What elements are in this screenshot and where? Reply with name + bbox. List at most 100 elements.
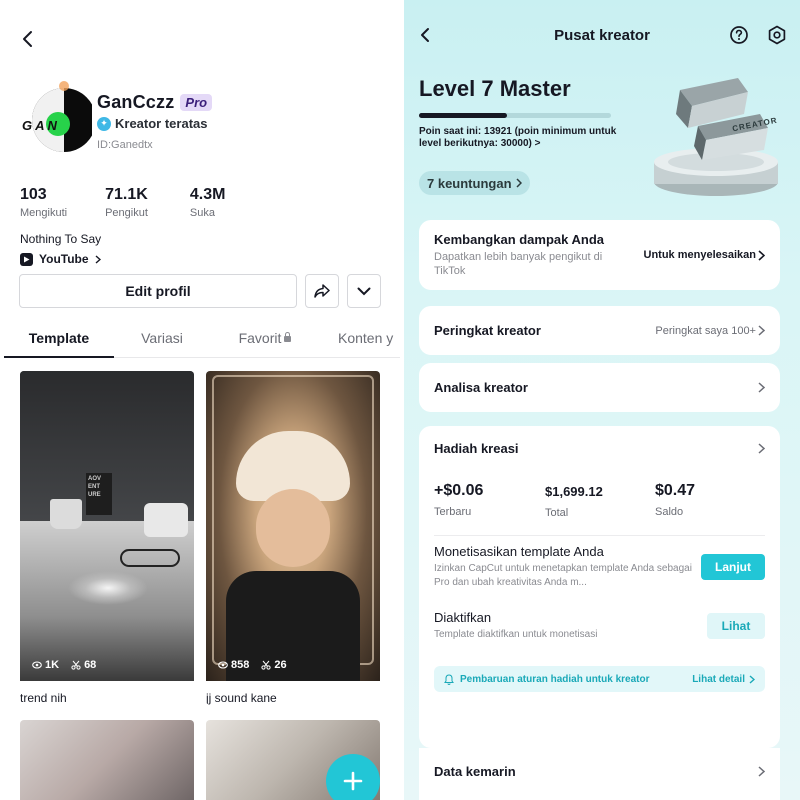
stat-value: 4.3M bbox=[189, 186, 226, 203]
chevron-right-icon bbox=[758, 442, 765, 454]
stat-label: Mengikuti bbox=[20, 207, 68, 219]
settings-button[interactable] bbox=[766, 24, 788, 46]
chevron-down-icon bbox=[357, 287, 371, 295]
content-tabs: Template Variasi Favorit Konten y bbox=[4, 322, 400, 358]
rules-update-notice[interactable]: Pembaruan aturan hadiah untuk kreator Li… bbox=[434, 666, 765, 692]
stat-value: 71.1K bbox=[105, 186, 148, 203]
impact-action[interactable]: Untuk menyelesaikan bbox=[644, 249, 765, 261]
monetize-title: Monetisasikan template Anda bbox=[434, 544, 604, 559]
reward-label: Total bbox=[545, 507, 569, 519]
verified-label: Kreator teratas bbox=[115, 116, 208, 131]
youtube-link[interactable]: YouTube bbox=[20, 252, 101, 266]
activated-row: Diaktifkan Template diaktifkan untuk mon… bbox=[419, 598, 780, 654]
help-button[interactable] bbox=[728, 24, 750, 46]
activated-title: Diaktifkan bbox=[434, 610, 492, 625]
monetize-row: Monetisasikan template Anda Izinkan CapC… bbox=[419, 536, 780, 598]
ranking-card[interactable]: Peringkat kreator Peringkat saya 100+ bbox=[419, 306, 780, 355]
tab-label: Konten y bbox=[338, 330, 394, 346]
level-title: Level 7 Master bbox=[419, 76, 571, 101]
notice-text: Pembaruan aturan hadiah untuk kreator bbox=[460, 673, 650, 685]
ranking-value: Peringkat saya 100+ bbox=[655, 325, 765, 337]
template-thumbnail: AOV ENT URE 1K 68 bbox=[20, 371, 194, 681]
bell-icon bbox=[444, 673, 454, 685]
avatar-letters: GAN bbox=[22, 118, 60, 133]
chevron-right-icon bbox=[95, 254, 101, 264]
level-progress-bar bbox=[419, 113, 611, 118]
gear-icon bbox=[768, 25, 786, 45]
share-arrow-icon bbox=[314, 284, 330, 298]
username: GanCczz bbox=[97, 92, 175, 112]
continue-button[interactable]: Lanjut bbox=[701, 554, 765, 580]
reward-label: Terbaru bbox=[434, 506, 472, 518]
chevron-right-icon bbox=[515, 178, 522, 188]
benefits-label: 7 keuntungan bbox=[427, 175, 512, 191]
add-template-button[interactable] bbox=[326, 754, 380, 800]
tab-konten[interactable]: Konten y bbox=[320, 322, 400, 357]
pro-badge: Pro bbox=[180, 94, 213, 111]
level-progress-fill bbox=[419, 113, 508, 118]
stat-label: Pengikut bbox=[105, 207, 148, 219]
impact-title: Kembangkan dampak Anda bbox=[434, 232, 605, 247]
rewards-header[interactable]: Hadiah kreasi bbox=[419, 426, 780, 470]
lock-icon bbox=[284, 332, 292, 342]
stat-value: 103 bbox=[20, 186, 47, 203]
impact-subtitle: Dapatkan lebih banyak pengikut di TikTok bbox=[434, 251, 603, 277]
chevron-right-icon bbox=[749, 674, 755, 684]
avatar[interactable]: GAN bbox=[20, 76, 96, 160]
reward-balance: $0.47 Saldo bbox=[655, 482, 695, 519]
chevron-right-icon bbox=[758, 325, 765, 336]
stat-following[interactable]: 103 Mengikuti bbox=[20, 186, 67, 219]
views-count: 858 bbox=[218, 659, 249, 671]
template-card[interactable] bbox=[20, 720, 194, 800]
chevron-right-icon bbox=[758, 382, 765, 393]
book-text: AOV ENT URE bbox=[88, 476, 102, 498]
yesterday-data-card[interactable]: Data kemarin bbox=[419, 748, 780, 800]
question-circle-icon bbox=[730, 26, 748, 44]
reward-value: $0.47 bbox=[655, 482, 696, 499]
stat-likes[interactable]: 4.3M Suka bbox=[190, 186, 226, 219]
points-info[interactable]: Poin saat ini: 13921 (poin minimum untuk… bbox=[419, 126, 619, 150]
share-button[interactable] bbox=[305, 274, 339, 308]
template-card[interactable]: 858 26 jj sound kane bbox=[206, 371, 380, 705]
reward-total: $1,699.12 Total bbox=[545, 482, 655, 519]
eye-icon bbox=[32, 661, 42, 669]
reward-label: Saldo bbox=[655, 506, 684, 518]
uses-count: 68 bbox=[71, 659, 96, 671]
benefits-button[interactable]: 7 keuntungan bbox=[419, 171, 530, 195]
youtube-label: YouTube bbox=[39, 252, 89, 266]
rewards-card: Hadiah kreasi +$0.06 Terbaru $1,699.12 T… bbox=[419, 426, 780, 748]
tab-variasi[interactable]: Variasi bbox=[114, 322, 210, 357]
bio: Nothing To Say bbox=[20, 232, 102, 246]
activated-subtitle: Template diaktifkan untuk monetisasi bbox=[434, 629, 598, 640]
scissors-icon bbox=[261, 660, 271, 670]
tab-template[interactable]: Template bbox=[4, 322, 114, 358]
verified-star-icon: ✦ bbox=[97, 116, 111, 131]
eye-icon bbox=[218, 661, 228, 669]
profile-panel: GAN GanCczz Pro ✦ Kreator teratas ID:Gan… bbox=[0, 0, 400, 800]
scissors-icon bbox=[71, 660, 81, 670]
impact-card[interactable]: Kembangkan dampak Anda Dapatkan lebih ba… bbox=[419, 220, 780, 290]
reward-value: +$0.06 bbox=[434, 482, 484, 499]
view-button[interactable]: Lihat bbox=[707, 613, 765, 639]
back-button[interactable] bbox=[16, 28, 38, 50]
template-title: trend nih bbox=[20, 691, 67, 705]
reward-amounts: +$0.06 Terbaru $1,699.12 Total $0.47 Sal… bbox=[419, 482, 780, 519]
chevron-right-icon bbox=[758, 765, 765, 777]
tab-label: Template bbox=[28, 330, 90, 346]
reward-value: $1,699.12 bbox=[545, 484, 603, 499]
tab-label: Favorit bbox=[238, 330, 282, 346]
stat-label: Suka bbox=[189, 207, 215, 219]
reward-latest: +$0.06 Terbaru bbox=[434, 482, 545, 519]
plus-icon bbox=[343, 771, 363, 791]
stat-followers[interactable]: 71.1K Pengikut bbox=[105, 186, 148, 219]
ranking-title: Peringkat kreator bbox=[434, 323, 541, 338]
youtube-icon bbox=[20, 252, 33, 266]
edit-profile-button[interactable]: Edit profil bbox=[19, 274, 297, 308]
template-card[interactable]: AOV ENT URE 1K 68 trend nih bbox=[20, 371, 194, 705]
notice-link[interactable]: Lihat detail bbox=[692, 674, 755, 685]
more-button[interactable] bbox=[347, 274, 381, 308]
views-count: 1K bbox=[32, 659, 59, 671]
tab-favorit[interactable]: Favorit bbox=[210, 322, 320, 357]
template-thumbnail: 858 26 bbox=[206, 371, 380, 681]
analytics-card[interactable]: Analisa kreator bbox=[419, 363, 780, 412]
